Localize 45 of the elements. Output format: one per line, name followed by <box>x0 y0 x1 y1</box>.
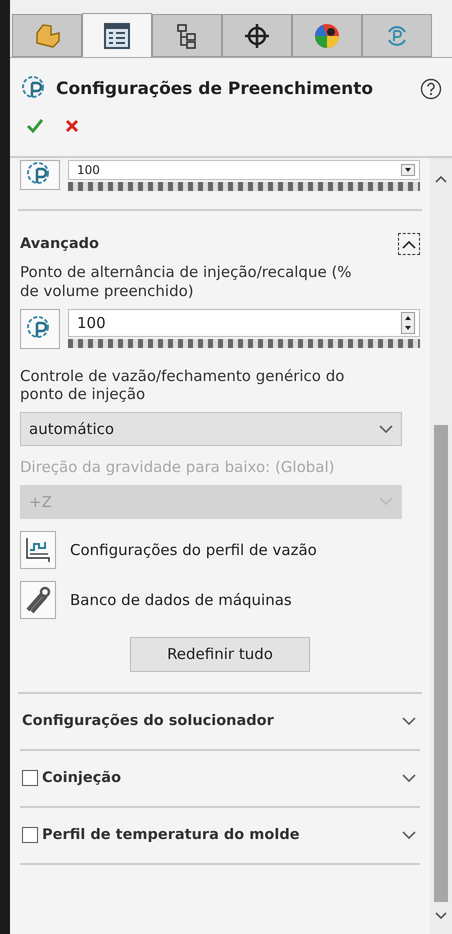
help-icon[interactable] <box>420 78 442 100</box>
scrollbar-thumb[interactable] <box>434 425 448 902</box>
checkbox[interactable] <box>22 770 38 786</box>
flow-chart-icon <box>24 536 52 564</box>
section-header[interactable]: Coinjeção <box>20 750 420 808</box>
panel-tab[interactable] <box>222 14 292 57</box>
panel-tab[interactable] <box>82 13 152 57</box>
reset-button[interactable]: Redefinir tudo <box>130 636 310 672</box>
parameter-icon-button[interactable] <box>20 160 60 190</box>
crosshair-icon <box>244 22 270 48</box>
section-title: Avançado <box>20 236 99 252</box>
slider-ruler[interactable] <box>68 182 420 191</box>
collapse-button[interactable] <box>398 233 420 255</box>
part-icon <box>33 22 61 48</box>
spinner-icon[interactable] <box>401 312 415 334</box>
panel-title: Configurações de Preenchimento <box>56 79 374 99</box>
flow-select[interactable]: automático <box>20 412 402 446</box>
value-field[interactable]: 100 <box>68 160 420 180</box>
chevron-down-icon <box>402 774 416 783</box>
chevron-down-icon <box>379 424 393 434</box>
cancel-x-icon[interactable] <box>64 118 80 134</box>
dropdown-icon[interactable] <box>401 164 415 176</box>
tree-icon <box>175 22 199 48</box>
number-field[interactable]: 100 <box>68 308 420 336</box>
ok-check-icon[interactable] <box>26 118 44 134</box>
chevron-up-icon <box>402 240 416 248</box>
action-button[interactable]: Configurações do perfil de vazão <box>20 530 317 569</box>
chevron-down-icon <box>402 830 416 840</box>
section-header[interactable]: Perfil de temperatura do molde <box>20 808 420 865</box>
wrench-icon <box>24 586 52 614</box>
color-ball-icon <box>313 22 341 50</box>
parameter-icon-button[interactable] <box>20 308 60 348</box>
checkbox[interactable] <box>22 827 38 844</box>
slider-ruler[interactable] <box>68 338 420 348</box>
chevron-down-icon <box>402 716 416 726</box>
field-label: Controle de vazão/fechamento genérico do ponto de injeção <box>20 366 346 404</box>
field-label: Ponto de alternância de injeção/recalque (% de volume preenchido) <box>20 263 353 300</box>
scroll-down-icon[interactable] <box>435 912 447 920</box>
section-header[interactable]: Configurações do solucionador <box>20 694 420 751</box>
chevron-down-icon <box>379 497 393 506</box>
panel-tab[interactable] <box>152 14 222 57</box>
action-button[interactable]: Banco de dados de máquinas <box>20 580 292 619</box>
list-icon <box>103 22 131 48</box>
scroll-up-icon[interactable] <box>435 175 447 183</box>
field-label: Direção da gravidade para baixo: (Global) <box>20 458 336 477</box>
